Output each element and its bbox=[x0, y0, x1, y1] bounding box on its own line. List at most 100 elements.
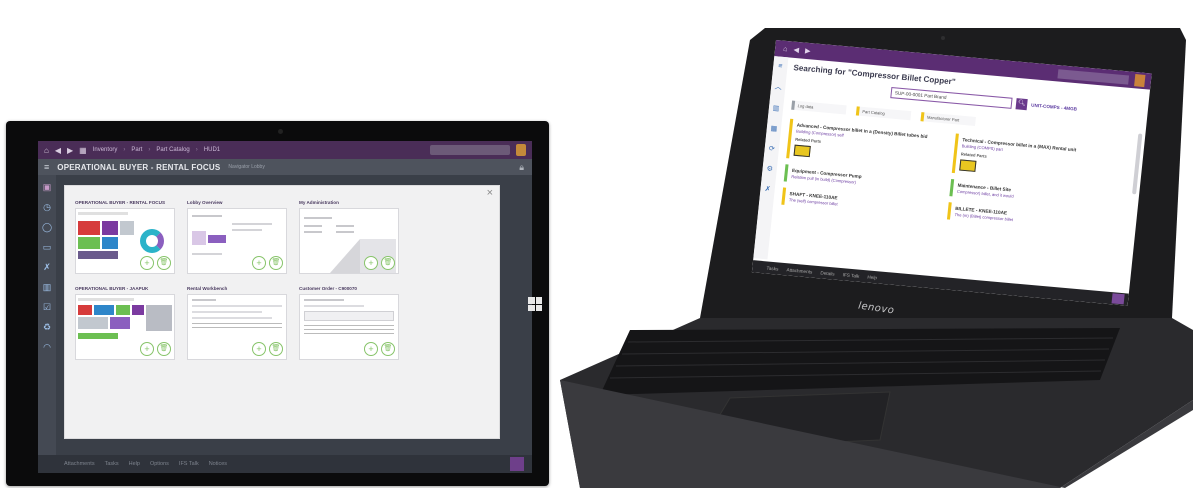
tablet-top-navigation: ⌂ ◀ ▶ ▦ Inventory › Part › Part Catalog … bbox=[38, 141, 532, 159]
document-check-icon[interactable]: ☑ bbox=[43, 303, 51, 312]
results-column-left: Advanced - Compressor billet in a (Densi… bbox=[781, 118, 942, 225]
search-field[interactable]: SUP-00-0001 Part Brand bbox=[890, 86, 1013, 109]
lobby-tile-thumbnail[interactable]: + 🗑︎ bbox=[187, 208, 287, 274]
lock-icon[interactable]: 🔒︎ bbox=[519, 162, 524, 173]
lobby-tile[interactable]: OPERATIONAL BUYER - RENTAL FOCUS + 🗑︎ bbox=[75, 200, 175, 274]
lobby-tile[interactable]: Rental Workbench + 🗑︎ bbox=[187, 286, 287, 360]
lobby-tile-thumbnail[interactable]: + 🗑︎ bbox=[299, 208, 399, 274]
tools-icon[interactable]: ✗ bbox=[764, 185, 771, 194]
add-lobby-button[interactable]: + bbox=[252, 342, 266, 356]
laptop-camera bbox=[941, 36, 945, 40]
bottom-tab[interactable]: Help bbox=[129, 461, 140, 467]
filter-chip[interactable]: Log data bbox=[791, 100, 847, 115]
bar-chart-icon[interactable]: ▥ bbox=[772, 104, 780, 113]
hamburger-menu-icon[interactable]: ≡ bbox=[44, 162, 49, 172]
laptop-screen: ⌂ ◀ ▶ ≡ ︿ ▥ ▦ ⟳ ⚙ ✗ Searching for "Compr… bbox=[751, 40, 1152, 306]
recycle-icon[interactable]: ♻ bbox=[43, 323, 51, 332]
lobby-tile[interactable]: My Administration + 🗑︎ bbox=[299, 200, 399, 274]
delete-lobby-button[interactable]: 🗑︎ bbox=[157, 256, 171, 270]
tablet-screen: ⌂ ◀ ▶ ▦ Inventory › Part › Part Catalog … bbox=[38, 141, 532, 473]
breadcrumb-separator: › bbox=[148, 147, 151, 153]
lobby-tile[interactable]: OPERATIONAL BUYER - JAAPUK + 🗑︎ bbox=[75, 286, 175, 360]
breadcrumb-separator: › bbox=[123, 147, 126, 153]
chevron-up-icon[interactable]: ︿ bbox=[774, 82, 782, 93]
add-lobby-button[interactable]: + bbox=[252, 256, 266, 270]
delete-lobby-button[interactable]: 🗑︎ bbox=[381, 342, 395, 356]
tablet-camera bbox=[278, 129, 283, 134]
bottom-tab[interactable]: Details bbox=[820, 270, 835, 276]
grid-menu-icon[interactable]: ▦ bbox=[79, 146, 87, 155]
lobby-tile-thumbnail[interactable]: + 🗑︎ bbox=[187, 294, 287, 360]
breadcrumb-item[interactable]: Part bbox=[131, 147, 142, 153]
lobby-tile-title: Customer Order - C900070 bbox=[299, 286, 357, 291]
results-column-right: Technical - Compressor billet in a (MAX)… bbox=[946, 133, 1108, 240]
back-icon[interactable]: ◀ bbox=[55, 146, 61, 155]
window-icon[interactable]: ▭ bbox=[43, 243, 52, 252]
lobby-tile[interactable]: Lobby Overview + 🗑︎ bbox=[187, 200, 287, 274]
back-icon[interactable]: ◀ bbox=[793, 46, 799, 55]
forward-icon[interactable]: ▶ bbox=[67, 146, 73, 155]
lobby-picker-dialog: × OPERATIONAL BUYER - RENTAL FOCUS + 🗑︎ … bbox=[64, 185, 500, 439]
menu-icon[interactable]: ≡ bbox=[778, 63, 783, 70]
bar-chart-icon[interactable]: ▥ bbox=[43, 283, 52, 292]
tools-icon[interactable]: ✗ bbox=[43, 263, 51, 272]
search-link[interactable]: UNIT-COMPS - 4MGB bbox=[1031, 103, 1077, 112]
lobby-tile-title: OPERATIONAL BUYER - JAAPUK bbox=[75, 286, 149, 291]
settings-icon[interactable]: ⚙ bbox=[766, 165, 773, 174]
bottom-tab[interactable]: IFS Talk bbox=[179, 461, 199, 467]
filter-chip[interactable]: Manufacturer Part bbox=[920, 112, 976, 127]
bottom-tab[interactable]: Attachments bbox=[786, 267, 812, 274]
clock-icon[interactable]: ◷ bbox=[43, 203, 51, 212]
delete-lobby-button[interactable]: 🗑︎ bbox=[157, 342, 171, 356]
breadcrumb-item[interactable]: HUD1 bbox=[204, 147, 220, 153]
avatar[interactable] bbox=[516, 144, 526, 156]
home-icon[interactable]: ⌂ bbox=[783, 45, 788, 52]
avatar[interactable] bbox=[1134, 74, 1146, 88]
result-card[interactable]: Technical - Compressor billet in a (MAX)… bbox=[951, 133, 1108, 187]
lobby-tile-thumbnail[interactable]: + 🗑︎ bbox=[299, 294, 399, 360]
result-thumbnail bbox=[959, 159, 977, 173]
bottom-tab[interactable]: Attachments bbox=[64, 461, 95, 467]
bottom-tab[interactable]: Options bbox=[150, 461, 169, 467]
ifs-logo-icon[interactable] bbox=[1111, 293, 1125, 305]
lobby-tile-thumbnail[interactable]: + 🗑︎ bbox=[75, 294, 175, 360]
page-title: OPERATIONAL BUYER - RENTAL FOCUS bbox=[57, 162, 221, 172]
lobby-tile-thumbnail[interactable]: + 🗑︎ bbox=[75, 208, 175, 274]
bottom-tab[interactable]: Tasks bbox=[105, 461, 119, 467]
breadcrumb-item[interactable]: Inventory bbox=[93, 147, 118, 153]
search-input[interactable] bbox=[1057, 68, 1130, 85]
bottom-tab[interactable]: Notices bbox=[209, 461, 227, 467]
page-subtitle: Navigator Lobby bbox=[228, 164, 265, 170]
close-icon[interactable]: × bbox=[487, 187, 493, 199]
search-button[interactable]: 🔍︎ bbox=[1015, 98, 1028, 111]
bottom-tab[interactable]: IFS Talk bbox=[842, 272, 859, 279]
filter-chip[interactable]: Part Catalog bbox=[855, 106, 912, 121]
gauge-icon[interactable]: ◠ bbox=[43, 343, 51, 352]
add-lobby-button[interactable]: + bbox=[140, 342, 154, 356]
delete-lobby-button[interactable]: 🗑︎ bbox=[381, 256, 395, 270]
windows-logo-icon[interactable] bbox=[528, 297, 542, 311]
bottom-tab[interactable]: Help bbox=[867, 274, 877, 280]
tablet-side-rail: ▣ ◷ ◯ ▭ ✗ ▥ ☑ ♻ ◠ bbox=[38, 175, 56, 455]
delete-lobby-button[interactable]: 🗑︎ bbox=[269, 342, 283, 356]
bottom-tab[interactable]: Tasks bbox=[766, 265, 778, 271]
search-input[interactable] bbox=[430, 145, 510, 155]
refresh-icon[interactable]: ⟳ bbox=[768, 144, 775, 153]
grid-icon[interactable]: ▦ bbox=[770, 124, 778, 133]
forward-icon[interactable]: ▶ bbox=[805, 47, 811, 56]
add-lobby-button[interactable]: + bbox=[364, 256, 378, 270]
ifs-logo-icon[interactable] bbox=[510, 457, 524, 471]
circle-icon[interactable]: ◯ bbox=[42, 223, 52, 232]
breadcrumb-item[interactable]: Part Catalog bbox=[156, 147, 189, 153]
tablet-bottom-bar: Attachments Tasks Help Options IFS Talk … bbox=[38, 455, 532, 473]
lobby-tile-title: Lobby Overview bbox=[187, 200, 223, 205]
home-icon[interactable]: ⌂ bbox=[44, 146, 49, 155]
delete-lobby-button[interactable]: 🗑︎ bbox=[269, 256, 283, 270]
add-lobby-button[interactable]: + bbox=[140, 256, 154, 270]
result-card[interactable]: Advanced - Compressor billet in a (Densi… bbox=[786, 118, 942, 172]
navigator-icon[interactable]: ▣ bbox=[43, 183, 52, 192]
add-lobby-button[interactable]: + bbox=[364, 342, 378, 356]
lobby-tile[interactable]: Customer Order - C900070 + 🗑︎ bbox=[299, 286, 399, 360]
search-results: Advanced - Compressor billet in a (Densi… bbox=[781, 118, 1114, 240]
breadcrumb-separator: › bbox=[195, 147, 198, 153]
